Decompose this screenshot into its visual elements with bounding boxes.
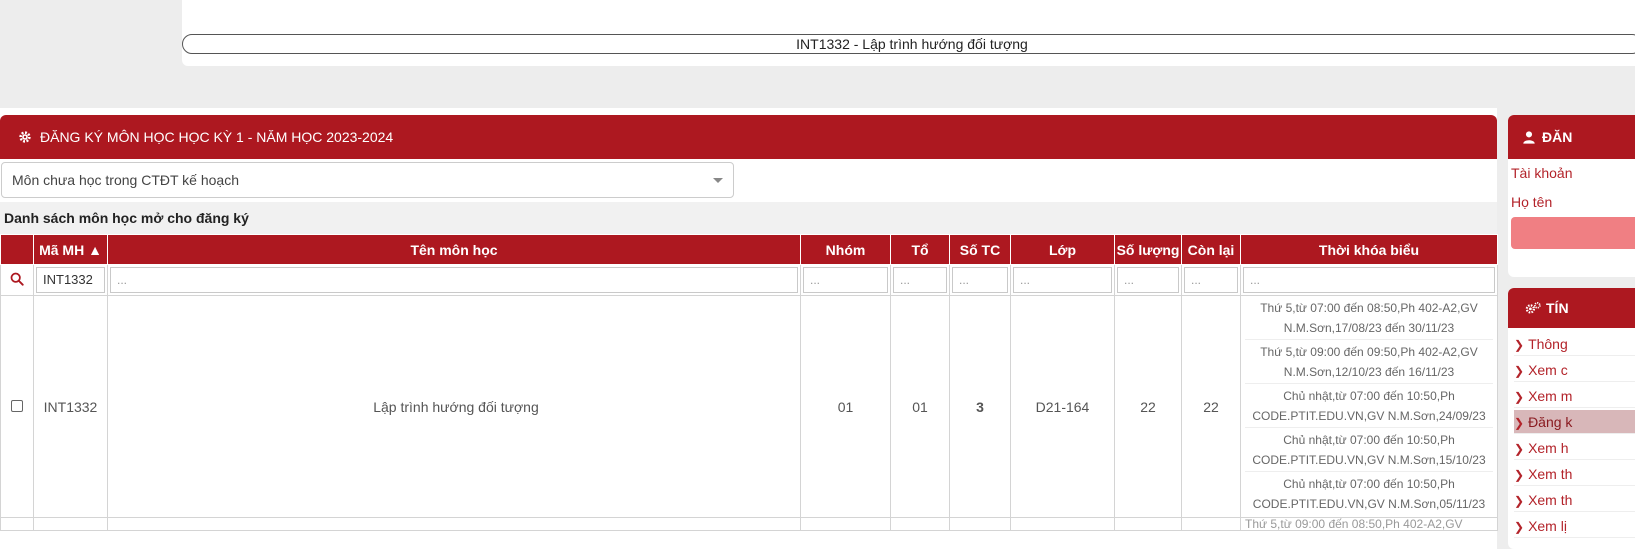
sidebar-item-register[interactable]: ❯ Đăng k bbox=[1514, 410, 1635, 434]
chevron-right-icon: ❯ bbox=[1514, 338, 1525, 352]
search-schedule-input[interactable]: ... bbox=[1243, 267, 1495, 293]
cell-credits: 3 bbox=[949, 295, 1011, 518]
search-name-input[interactable]: ... bbox=[110, 267, 798, 293]
gears-icon bbox=[1525, 302, 1541, 314]
cell-remaining: 22 bbox=[1181, 295, 1241, 518]
chevron-right-icon: ❯ bbox=[1514, 364, 1525, 378]
col-code[interactable]: Mã MH ▲ bbox=[33, 234, 108, 265]
top-panel bbox=[182, 0, 1635, 66]
table-row[interactable]: Thứ 5,từ 09:00 đến 08:50,Ph 402-A2,GV bbox=[0, 517, 1498, 531]
col-capacity[interactable]: Số lượng bbox=[1114, 234, 1182, 265]
chevron-down-icon bbox=[713, 178, 723, 183]
course-table: Mã MH ▲ Tên môn học Nhóm Tổ Số TC Lớp Số… bbox=[0, 234, 1498, 531]
col-remaining[interactable]: Còn lại bbox=[1181, 234, 1241, 265]
search-code-input[interactable]: INT1332 bbox=[36, 267, 105, 293]
registration-title: ĐĂNG KÝ MÔN HỌC HỌC KỲ 1 - NĂM HỌC 2023-… bbox=[40, 129, 394, 145]
search-icon[interactable] bbox=[10, 272, 24, 286]
chevron-right-icon: ❯ bbox=[1514, 416, 1525, 430]
search-remaining-input[interactable]: ... bbox=[1184, 267, 1238, 293]
name-label: Họ tên bbox=[1511, 194, 1553, 210]
registration-header: ĐĂNG KÝ MÔN HỌC HỌC KỲ 1 - NĂM HỌC 2023-… bbox=[0, 115, 1497, 159]
list-title: Danh sách môn học mở cho đăng ký bbox=[0, 202, 1497, 234]
cell-code: INT1332 bbox=[33, 295, 108, 518]
schedule-entry: Chủ nhật,từ 07:00 đến 10:50,Ph CODE.PTIT… bbox=[1245, 428, 1493, 472]
col-name[interactable]: Tên môn học bbox=[107, 234, 801, 265]
cell-schedule: Thứ 5,từ 07:00 đến 08:50,Ph 402-A2,GV N.… bbox=[1240, 295, 1498, 518]
account-action-button[interactable] bbox=[1511, 217, 1635, 249]
cell-team: 01 bbox=[890, 295, 950, 518]
cell-class: D21-164 bbox=[1010, 295, 1115, 518]
col-select bbox=[0, 234, 34, 265]
search-class-input[interactable]: ... bbox=[1013, 267, 1112, 293]
chevron-right-icon: ❯ bbox=[1514, 442, 1525, 456]
sidebar-item-info[interactable]: ❯ Thông bbox=[1514, 332, 1635, 356]
filter-value: Môn chưa học trong CTĐT kế hoạch bbox=[12, 172, 240, 188]
cell-name: Lập trình hướng đối tượng bbox=[107, 295, 801, 518]
account-label: Tài khoản bbox=[1511, 165, 1573, 181]
search-row: INT1332 ... ... ... ... ... ... ... ... bbox=[0, 264, 1498, 296]
cell-schedule-partial: Thứ 5,từ 09:00 đến 08:50,Ph 402-A2,GV bbox=[1240, 517, 1498, 531]
account-title: ĐĂN bbox=[1542, 129, 1573, 145]
sidebar-item-view-5[interactable]: ❯ Xem th bbox=[1514, 488, 1635, 512]
sidebar-item-view-6[interactable]: ❯ Xem lị bbox=[1514, 514, 1635, 538]
sidebar-item-view-3[interactable]: ❯ Xem h bbox=[1514, 436, 1635, 460]
row-checkbox[interactable] bbox=[11, 399, 23, 412]
search-credits-input[interactable]: ... bbox=[952, 267, 1008, 293]
chevron-right-icon: ❯ bbox=[1514, 520, 1525, 534]
col-schedule[interactable]: Thời khóa biểu bbox=[1240, 234, 1498, 265]
col-team[interactable]: Tổ bbox=[890, 234, 950, 265]
chevron-right-icon: ❯ bbox=[1514, 494, 1525, 508]
info-header: TÍN bbox=[1508, 288, 1635, 328]
gear-icon bbox=[19, 131, 31, 143]
col-credits[interactable]: Số TC bbox=[949, 234, 1011, 265]
chevron-right-icon: ❯ bbox=[1514, 390, 1525, 404]
schedule-entry: Chủ nhật,từ 07:00 đến 10:50,Ph CODE.PTIT… bbox=[1245, 384, 1493, 428]
chevron-right-icon: ❯ bbox=[1514, 468, 1525, 482]
user-icon bbox=[1523, 131, 1535, 144]
search-team-input[interactable]: ... bbox=[893, 267, 947, 293]
search-cell bbox=[0, 264, 34, 296]
info-title: TÍN bbox=[1546, 300, 1569, 316]
subject-filter-select[interactable]: Môn chưa học trong CTĐT kế hoạch bbox=[1, 162, 734, 198]
search-capacity-input[interactable]: ... bbox=[1117, 267, 1179, 293]
table-header-row: Mã MH ▲ Tên môn học Nhóm Tổ Số TC Lớp Số… bbox=[0, 234, 1498, 265]
col-class[interactable]: Lớp bbox=[1010, 234, 1115, 265]
schedule-entry: Thứ 5,từ 07:00 đến 08:50,Ph 402-A2,GV N.… bbox=[1245, 296, 1493, 340]
account-header: ĐĂN bbox=[1508, 115, 1635, 159]
schedule-entry: Thứ 5,từ 09:00 đến 09:50,Ph 402-A2,GV N.… bbox=[1245, 340, 1493, 384]
col-group[interactable]: Nhóm bbox=[800, 234, 891, 265]
cell-group: 01 bbox=[800, 295, 891, 518]
selected-subject-pill[interactable]: INT1332 - Lập trình hướng đối tượng bbox=[182, 34, 1635, 54]
search-group-input[interactable]: ... bbox=[803, 267, 888, 293]
schedule-entry: Chủ nhật,từ 07:00 đến 10:50,Ph CODE.PTIT… bbox=[1252, 477, 1486, 511]
table-row[interactable]: INT1332 Lập trình hướng đối tượng 01 01 … bbox=[0, 295, 1498, 518]
cell-capacity: 22 bbox=[1114, 295, 1182, 518]
sidebar-item-view-2[interactable]: ❯ Xem m bbox=[1514, 384, 1635, 408]
sidebar-item-view-1[interactable]: ❯ Xem c bbox=[1514, 358, 1635, 382]
sidebar-item-view-4[interactable]: ❯ Xem th bbox=[1514, 462, 1635, 486]
